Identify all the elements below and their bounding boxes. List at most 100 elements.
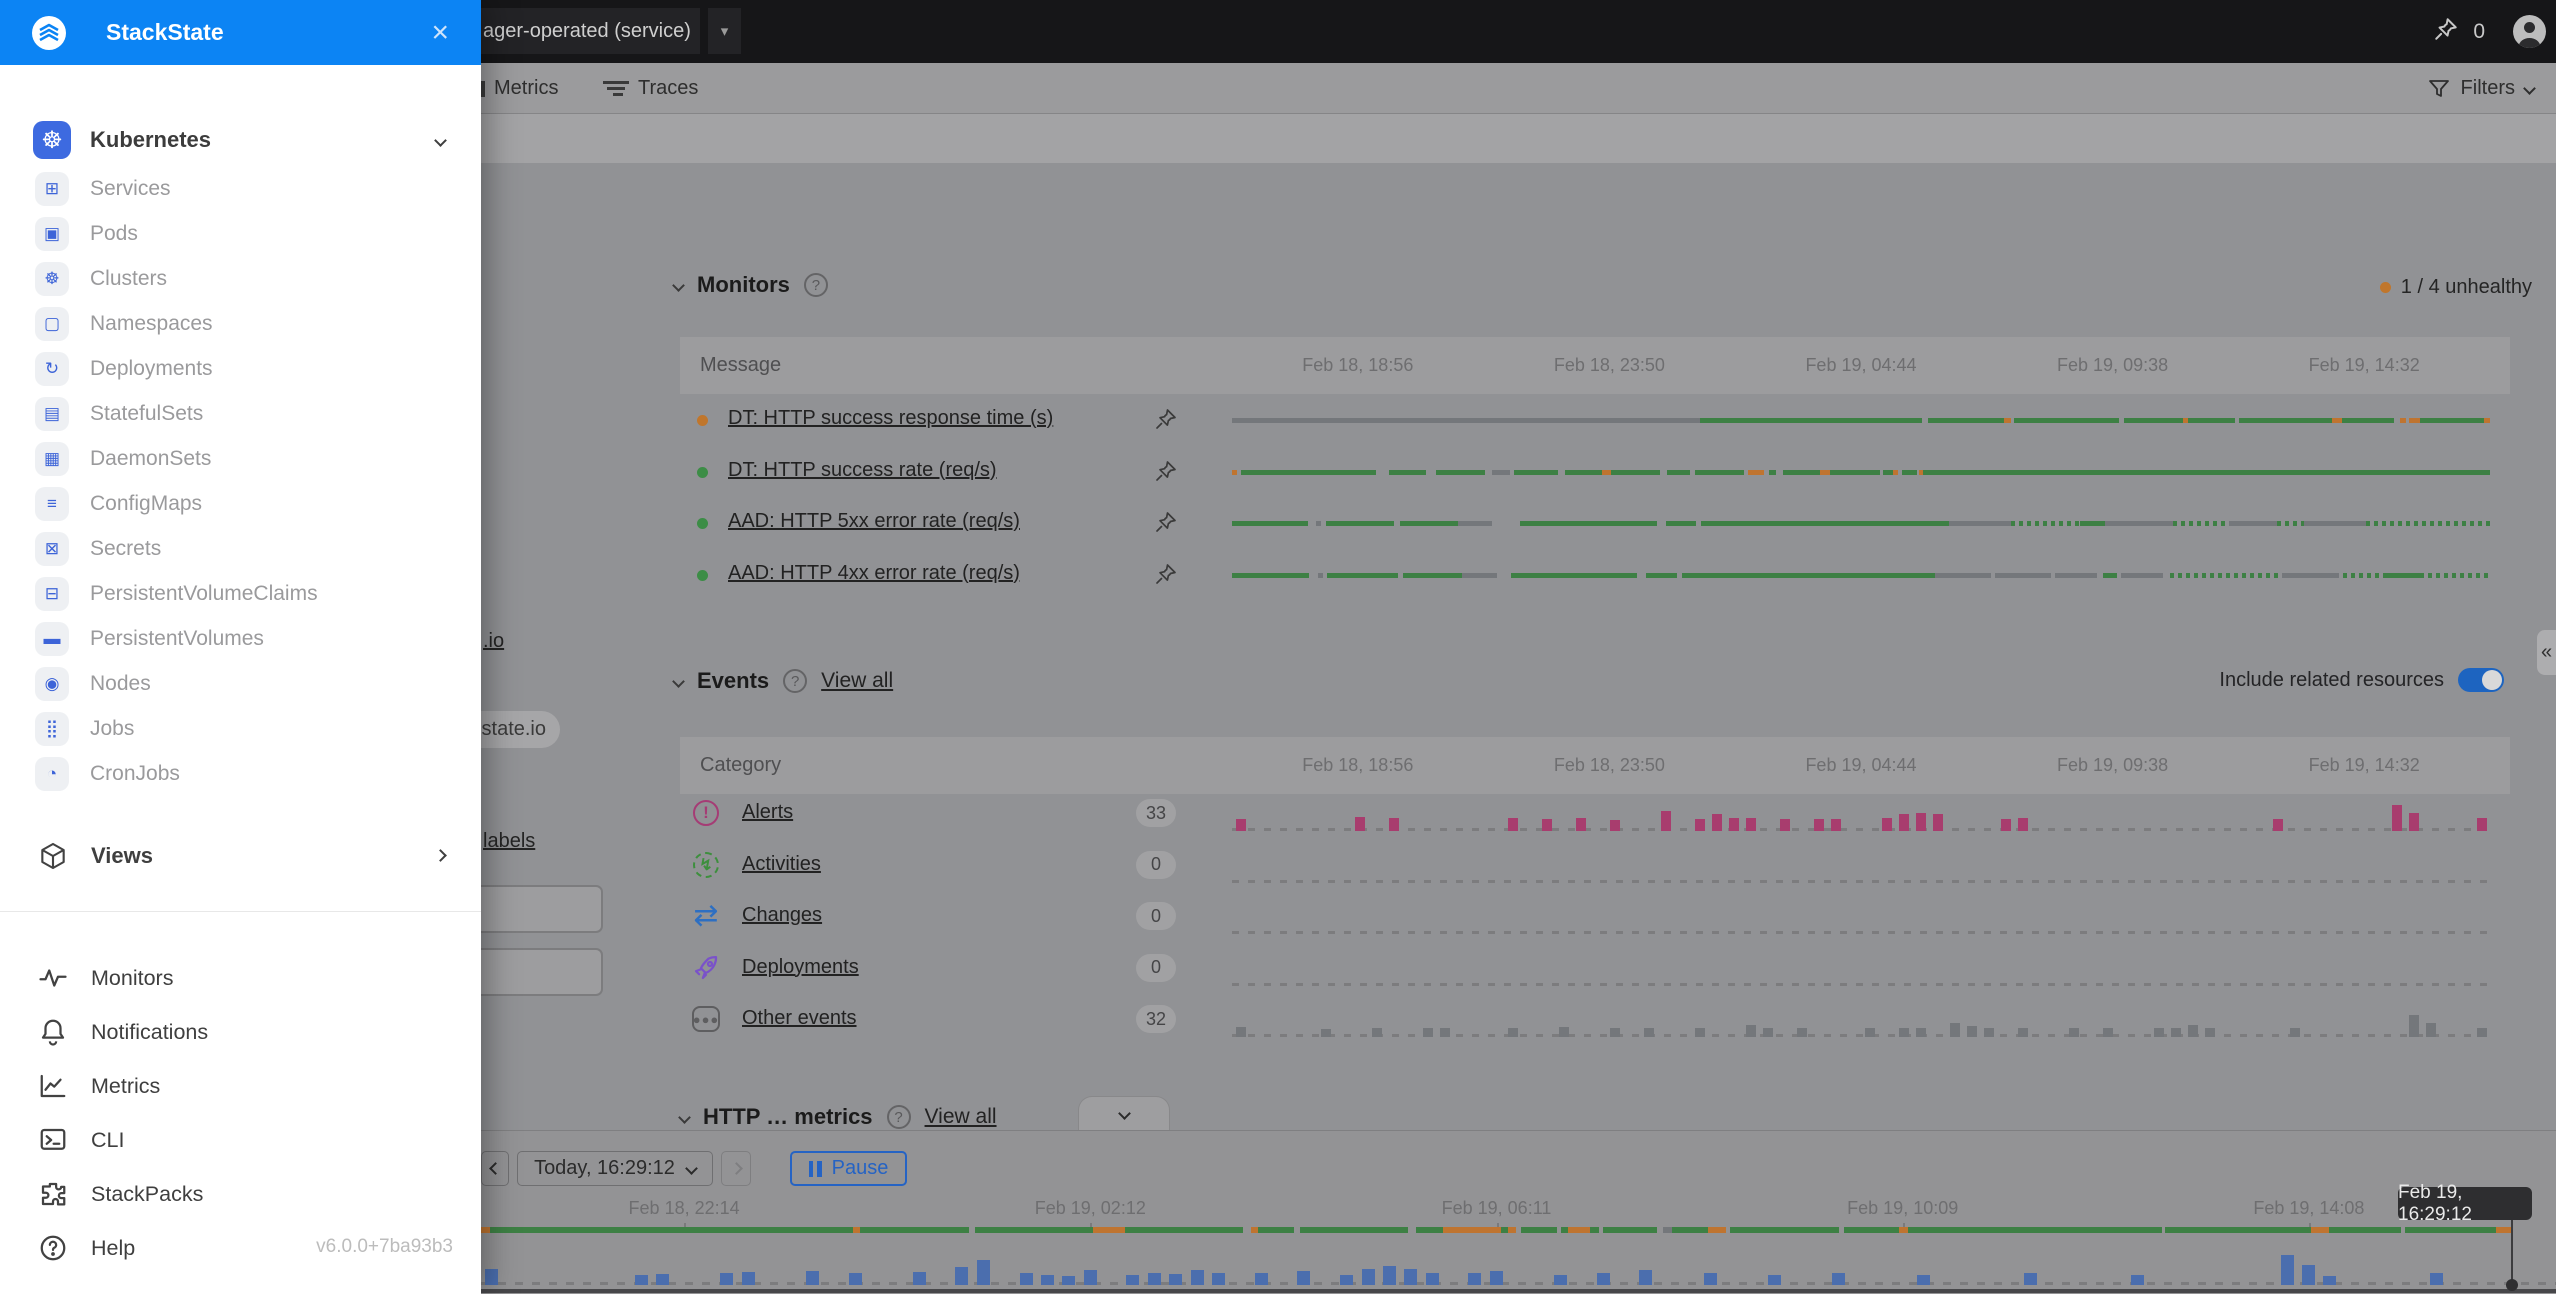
monitor-health-timeline[interactable] (1232, 573, 2490, 578)
sidebar-item-nodes[interactable]: ◉Nodes (0, 661, 481, 706)
url-fragment-link[interactable]: .io (483, 630, 504, 653)
monitor-row: DT: HTTP success rate (req/s) (649, 446, 2530, 497)
events-view-all-link[interactable]: View all (821, 669, 893, 693)
event-count-badge: 0 (1136, 851, 1176, 879)
event-category-link[interactable]: Other events (742, 1007, 857, 1030)
include-related-toggle[interactable] (2458, 668, 2504, 692)
monitors-health-summary: 1 / 4 unhealthy (2380, 276, 2532, 299)
view-title-dropdown[interactable]: ager-operated (service) (481, 8, 700, 54)
timeline-cursor[interactable] (2511, 1219, 2513, 1285)
event-bars-chart[interactable] (1232, 1003, 2490, 1037)
time-back-button[interactable] (481, 1151, 509, 1186)
sidebar-item-jobs[interactable]: ⣿Jobs (0, 706, 481, 751)
close-drawer-icon[interactable]: × (431, 0, 449, 65)
sidebar-item-metrics[interactable]: Metrics (0, 1059, 481, 1113)
event-category-row: ⇄Changes0 (649, 891, 2530, 942)
event-bars-chart[interactable] (1232, 849, 2490, 883)
collapse-panel-tab[interactable] (1078, 1096, 1170, 1130)
pin-monitor-icon[interactable] (1154, 459, 1178, 488)
sidebar-item-cronjobs[interactable]: ◔CronJobs (0, 751, 481, 796)
timeline-timestamps: Feb 18, 22:14Feb 19, 02:12Feb 19, 06:11F… (481, 1193, 2512, 1223)
http-metrics-section-header: HTTP … metrics ? View all (680, 1104, 997, 1130)
sidebar-item-notifications[interactable]: Notifications (0, 1005, 481, 1059)
collapse-http-chevron-icon[interactable] (678, 1111, 691, 1124)
views-cube-icon (36, 839, 70, 873)
user-avatar-icon[interactable] (2513, 15, 2546, 48)
monitor-link[interactable]: DT: HTTP success response time (s) (728, 407, 1053, 430)
pin-monitor-icon[interactable] (1154, 407, 1178, 436)
nodes-icon: ◉ (35, 667, 69, 701)
tab-traces[interactable]: Traces (603, 63, 698, 114)
sidebar-item-clusters[interactable]: ☸Clusters (0, 256, 481, 301)
event-category-link[interactable]: Changes (742, 904, 822, 927)
filters-button[interactable]: Filters (2427, 63, 2534, 114)
time-picker-button[interactable]: Today, 16:29:12 (517, 1151, 713, 1186)
chart-icon (36, 1069, 70, 1103)
collapse-events-chevron-icon[interactable] (672, 675, 685, 688)
event-category-link[interactable]: Activities (742, 853, 821, 876)
http-metrics-help-icon[interactable]: ? (887, 1105, 911, 1129)
monitor-link[interactable]: DT: HTTP success rate (req/s) (728, 459, 997, 482)
pin-monitor-icon[interactable] (1154, 510, 1178, 539)
stackstate-app: ager-operated (service) ▾ 0 Metrics Trac… (0, 0, 2556, 1294)
sidebar-item-namespaces[interactable]: ▢Namespaces (0, 301, 481, 346)
sidebar-item-monitors[interactable]: Monitors (0, 951, 481, 1005)
configmaps-icon: ≡ (35, 487, 69, 521)
sidebar-item-secrets[interactable]: ⊠Secrets (0, 526, 481, 571)
sidebar-item-kubernetes[interactable]: ☸ Kubernetes (0, 118, 481, 162)
sidebar-item-views[interactable]: Views (0, 833, 481, 878)
daemonsets-icon: ▦ (35, 442, 69, 476)
monitor-health-timeline[interactable] (1232, 418, 2490, 423)
sidebar-item-services[interactable]: ⊞Services (0, 166, 481, 211)
monitor-status-dot-icon (697, 415, 708, 426)
sidebar-item-cli[interactable]: CLI (0, 1113, 481, 1167)
unhealthy-dot-icon (2380, 282, 2391, 293)
timeline-cursor-dot[interactable] (2506, 1279, 2518, 1291)
collapse-monitors-chevron-icon[interactable] (672, 279, 685, 292)
event-category-row: ↯Activities0 (649, 840, 2530, 891)
include-related-toggle-row: Include related resources (2219, 668, 2504, 692)
event-count-badge: 0 (1136, 954, 1176, 982)
event-category-link[interactable]: Alerts (742, 801, 793, 824)
sidebar-item-configmaps[interactable]: ≡ConfigMaps (0, 481, 481, 526)
monitors-section-header: Monitors ? (674, 272, 828, 298)
monitors-help-icon[interactable]: ? (804, 273, 828, 297)
pin-icon[interactable] (2433, 16, 2459, 47)
event-bars-chart[interactable] (1232, 952, 2490, 986)
monitor-link[interactable]: AAD: HTTP 4xx error rate (req/s) (728, 562, 1020, 585)
event-bars-chart[interactable] (1232, 797, 2490, 831)
help-icon (36, 1231, 70, 1265)
view-title-caret[interactable]: ▾ (708, 8, 741, 54)
monitors-title: Monitors (697, 272, 790, 298)
event-category-link[interactable]: Deployments (742, 956, 859, 979)
timeline-histogram[interactable] (481, 1235, 2556, 1285)
http-metrics-title: HTTP … metrics (703, 1104, 873, 1130)
persistentvolumeclaims-icon: ⊟ (35, 577, 69, 611)
monitor-health-timeline[interactable] (1232, 521, 2490, 526)
events-help-icon[interactable]: ? (783, 669, 807, 693)
labels-link[interactable]: labels (483, 830, 535, 853)
sidebar-item-stackpacks[interactable]: StackPacks (0, 1167, 481, 1221)
views-expand-chevron-icon[interactable] (434, 849, 447, 862)
pause-button[interactable]: Pause (790, 1151, 907, 1186)
tab-metrics[interactable]: Metrics (494, 63, 558, 114)
monitor-link[interactable]: AAD: HTTP 5xx error rate (req/s) (728, 510, 1020, 533)
filter-input-1[interactable] (468, 885, 603, 933)
time-forward-button[interactable] (721, 1151, 751, 1186)
event-bars-chart[interactable] (1232, 900, 2490, 934)
http-view-all-link[interactable]: View all (925, 1105, 997, 1129)
sidebar-item-daemonsets[interactable]: ▦DaemonSets (0, 436, 481, 481)
sidebar-item-statefulsets[interactable]: ▤StatefulSets (0, 391, 481, 436)
pin-monitor-icon[interactable] (1154, 562, 1178, 591)
filter-input-2[interactable] (468, 948, 603, 996)
timestamp-label: Feb 19, 10:09 (1700, 1193, 2106, 1223)
sidebar-item-pods[interactable]: ▣Pods (0, 211, 481, 256)
timeline-health-strip[interactable] (481, 1227, 2512, 1233)
monitor-health-timeline[interactable] (1232, 470, 2490, 475)
event-category-row: ●●●Other events32 (649, 994, 2530, 1045)
sidebar-item-persistentvolumeclaims[interactable]: ⊟PersistentVolumeClaims (0, 571, 481, 616)
sidebar-item-deployments[interactable]: ↻Deployments (0, 346, 481, 391)
expand-right-panel-handle[interactable]: « (2537, 630, 2556, 675)
sidebar-item-persistentvolumes[interactable]: ▬PersistentVolumes (0, 616, 481, 661)
kubernetes-collapse-chevron-icon[interactable] (434, 134, 447, 147)
